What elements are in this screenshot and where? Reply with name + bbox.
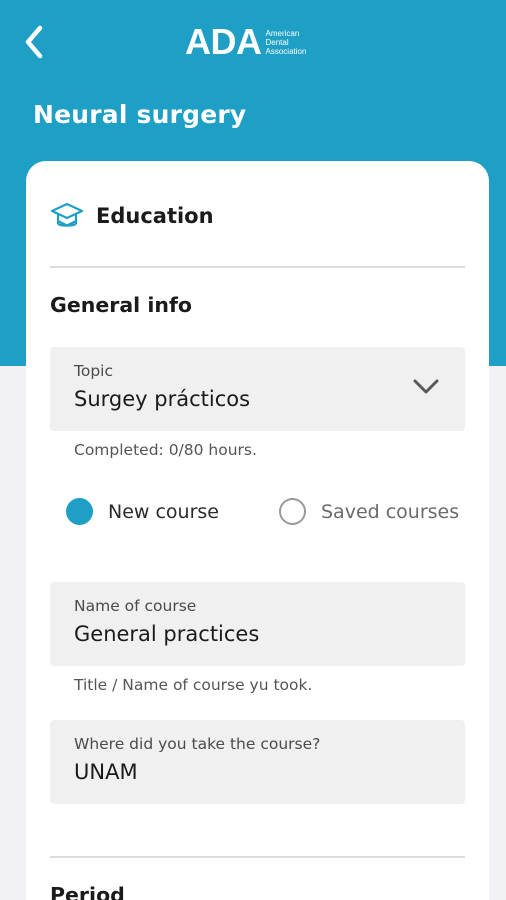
section-title: Education xyxy=(96,204,214,228)
back-button[interactable] xyxy=(16,20,52,64)
logo-subtitle: American Dental Association xyxy=(266,29,307,56)
logo-subtitle-line: Association xyxy=(265,46,307,56)
logo-mark: ADA xyxy=(185,21,262,62)
radio-saved-courses[interactable]: Saved courses xyxy=(279,498,459,525)
course-place-value: UNAM xyxy=(74,760,138,784)
course-name-value: General practices xyxy=(74,622,260,646)
page-title: Neural surgery xyxy=(33,100,247,129)
radio-unselected-indicator xyxy=(279,498,306,525)
course-name-input[interactable]: Name of course General practices xyxy=(50,582,465,666)
topic-value: Surgey prácticos xyxy=(74,387,251,411)
radio-label-saved-courses: Saved courses xyxy=(321,500,460,523)
logo-subtitle-line: Dental xyxy=(265,37,289,47)
radio-new-course[interactable]: New course xyxy=(66,498,219,525)
topic-helper-text: Completed: 0/80 hours. xyxy=(74,441,257,459)
course-place-label: Where did you take the course? xyxy=(74,735,321,753)
radio-label-new-course: New course xyxy=(108,500,219,523)
general-info-heading: General info xyxy=(50,293,192,317)
course-name-label: Name of course xyxy=(74,597,197,615)
divider xyxy=(50,856,465,858)
graduation-cap-icon xyxy=(50,202,84,227)
section-header: Education xyxy=(50,199,214,233)
logo-subtitle-line: American xyxy=(265,28,300,38)
education-card: Education General info Topic Surgey prác… xyxy=(26,161,489,900)
course-place-input[interactable]: Where did you take the course? UNAM xyxy=(50,720,465,804)
course-name-helper-text: Title / Name of course yu took. xyxy=(74,676,313,694)
chevron-down-icon xyxy=(413,379,439,394)
divider xyxy=(50,266,465,268)
period-heading: Period xyxy=(50,883,125,900)
topic-select[interactable]: Topic Surgey prácticos xyxy=(50,347,465,431)
chevron-left-icon xyxy=(25,25,43,59)
radio-selected-indicator xyxy=(66,498,93,525)
ada-logo: ADA American Dental Association xyxy=(185,24,306,60)
topic-label: Topic xyxy=(74,362,113,380)
